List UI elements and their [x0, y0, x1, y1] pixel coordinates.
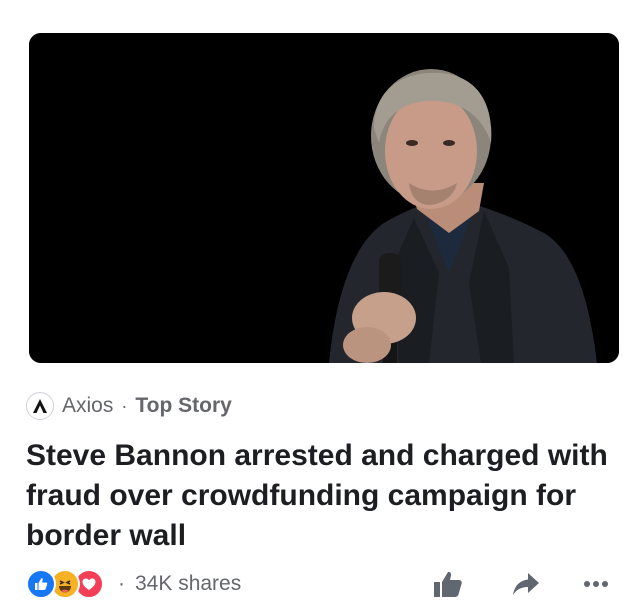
like-reaction-icon: [26, 569, 56, 599]
shares-info: · 34K shares: [118, 572, 241, 596]
article-photo-illustration: [29, 33, 619, 363]
separator-dot: ·: [121, 395, 128, 416]
post-footer: · 34K shares: [26, 568, 616, 600]
article-image[interactable]: [29, 33, 619, 363]
more-options-button[interactable]: [576, 568, 616, 600]
thumbs-up-icon: [434, 571, 462, 597]
shares-count[interactable]: 34K shares: [135, 572, 241, 596]
like-button[interactable]: [428, 568, 468, 600]
shares-separator: ·: [118, 572, 125, 595]
source-row: Axios · Top Story: [26, 392, 232, 420]
top-story-label: Top Story: [135, 394, 232, 417]
share-arrow-icon: [513, 573, 539, 595]
share-button[interactable]: [506, 568, 546, 600]
article-headline[interactable]: Steve Bannon arrested and charged with f…: [26, 436, 616, 556]
reactions-summary[interactable]: [26, 569, 106, 599]
source-name[interactable]: Axios: [62, 394, 113, 418]
more-dots-icon: [584, 581, 608, 587]
axios-logo-icon[interactable]: [26, 392, 54, 420]
